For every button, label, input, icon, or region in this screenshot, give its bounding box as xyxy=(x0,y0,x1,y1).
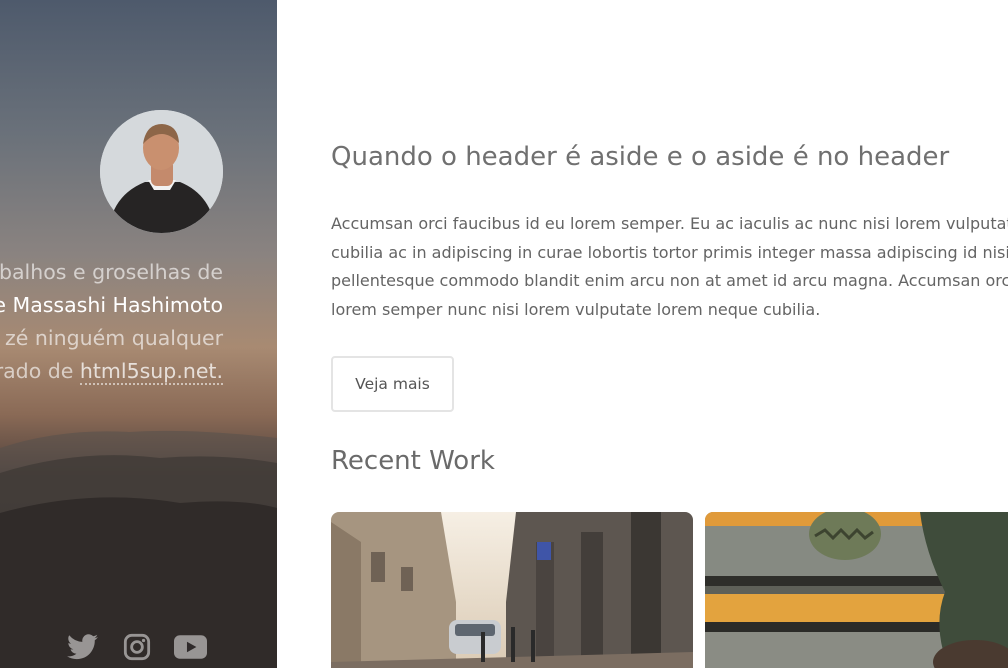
instagram-icon[interactable] xyxy=(120,630,153,663)
intro-line: balhos e groselhas de xyxy=(0,260,223,284)
intro-prefix: rado de xyxy=(0,359,80,383)
author-name: e Massashi Hashimoto xyxy=(0,293,223,317)
paragraph-line: lorem semper nunc nisi lorem vulputate l… xyxy=(331,300,821,320)
main-content: Quando o header é aside e o aside é no h… xyxy=(331,0,1008,668)
avatar xyxy=(100,110,223,233)
paragraph-line: cubilia ac in adipiscing in curae lobort… xyxy=(331,242,1008,262)
street-photo xyxy=(331,512,693,668)
social-links xyxy=(66,630,207,663)
sidebar: balhos e groselhas de e Massashi Hashimo… xyxy=(0,0,277,668)
work-thumbnail-stairs[interactable] xyxy=(705,512,1008,668)
more-button[interactable]: Veja mais xyxy=(331,356,454,412)
twitter-icon[interactable] xyxy=(66,630,99,663)
paragraph-line: pellentesque commodo blandit enim arcu n… xyxy=(331,271,1008,291)
intro-paragraph: Accumsan orci faucibus id eu lorem sempe… xyxy=(331,210,1008,325)
intro-line: zé ninguém qualquer xyxy=(5,326,223,350)
sidebar-intro: balhos e groselhas de e Massashi Hashimo… xyxy=(0,256,223,388)
recent-work-title: Recent Work xyxy=(331,446,495,476)
person-photo xyxy=(100,110,223,233)
youtube-icon[interactable] xyxy=(174,630,207,663)
page-title: Quando o header é aside e o aside é no h… xyxy=(331,142,950,172)
work-thumbnail-street[interactable] xyxy=(331,512,693,668)
html5up-link[interactable]: html5sup.net. xyxy=(79,359,223,385)
intro-line: rado de html5sup.net. xyxy=(0,355,223,388)
paragraph-line: Accumsan orci faucibus id eu lorem sempe… xyxy=(331,214,1008,233)
stairs-photo xyxy=(705,512,1008,668)
